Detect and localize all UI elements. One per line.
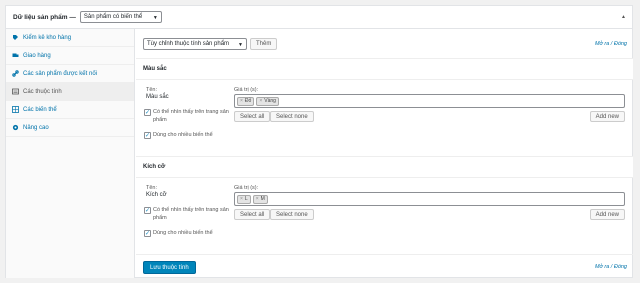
tab-label: Giao hàng <box>23 52 51 59</box>
save-attributes-button[interactable]: Lưu thuộc tính <box>143 261 196 274</box>
product-type-value: Sản phẩm có biến thể <box>83 14 143 20</box>
add-attribute-button[interactable]: Thêm <box>250 37 278 50</box>
tab-shipping[interactable]: Giao hàng <box>6 47 134 65</box>
attribute-taxonomy-select[interactable]: Tùy chỉnh thuộc tính sản phẩm ▼ <box>143 37 247 50</box>
value-tag[interactable]: × L <box>237 194 251 204</box>
grid-icon <box>12 106 19 113</box>
attributes-panel: Tùy chỉnh thuộc tính sản phẩm ▼ Thêm Mở … <box>136 29 633 278</box>
tab-label: Nâng cao <box>23 124 49 131</box>
add-new-value-button[interactable]: Add new <box>589 111 625 122</box>
select-all-button[interactable]: Select all <box>234 111 271 122</box>
attribute-heading[interactable]: Màu sắc <box>136 59 633 80</box>
tab-variations[interactable]: Các biến thể <box>6 101 134 119</box>
attribute-heading[interactable]: Kích cỡ <box>136 157 633 178</box>
remove-tag-icon[interactable]: × <box>240 98 243 104</box>
attributes-footer: Lưu thuộc tính Mở ra / Đóng <box>136 257 633 278</box>
tab-label: Các biến thể <box>23 106 57 113</box>
add-new-value-button[interactable]: Add new <box>589 209 625 220</box>
tab-inventory[interactable]: Kiểm kê kho hàng <box>6 29 134 47</box>
remove-tag-icon[interactable]: × <box>256 196 259 202</box>
product-data-panel: Dữ liệu sản phẩm — Sản phẩm có biến thể … <box>5 5 633 278</box>
checkmark-icon: ✓ <box>144 207 151 214</box>
attribute-values-input[interactable]: × L × M <box>234 192 625 206</box>
checkmark-icon: ✓ <box>144 109 151 116</box>
tab-attributes[interactable]: Các thuộc tính <box>6 83 134 101</box>
attribute-name-value: Kích cỡ <box>146 192 167 198</box>
attribute-name-label: Tên: <box>146 185 158 191</box>
select-all-button[interactable]: Select all <box>234 209 271 220</box>
product-data-tabs: Kiểm kê kho hàng Giao hàng Các sản phẩm … <box>6 29 135 278</box>
panel-title: Dữ liệu sản phẩm — <box>13 13 76 21</box>
value-tag[interactable]: × M <box>252 194 268 204</box>
visible-on-product-page-checkbox[interactable]: ✓ Có thể nhìn thấy trên trang sản phẩm <box>144 108 232 124</box>
used-for-variations-checkbox[interactable]: ✓ Dùng cho nhiều biến thể <box>144 131 213 139</box>
tab-label: Kiểm kê kho hàng <box>23 34 72 41</box>
attribute-values-label: Giá trị (s): <box>234 87 259 93</box>
attribute-name-value: Màu sắc <box>146 94 169 100</box>
tab-label: Các thuộc tính <box>23 88 62 95</box>
used-for-variations-checkbox[interactable]: ✓ Dùng cho nhiều biến thể <box>144 229 213 237</box>
panel-header: Dữ liệu sản phẩm — Sản phẩm có biến thể … <box>6 6 632 29</box>
chevron-down-icon: ▼ <box>238 41 243 48</box>
select-none-button[interactable]: Select none <box>270 111 314 122</box>
chevron-down-icon: ▼ <box>152 15 158 21</box>
value-tag[interactable]: × Vàng <box>256 96 279 106</box>
inventory-icon <box>12 34 19 41</box>
remove-tag-icon[interactable]: × <box>240 196 243 202</box>
tab-label: Các sản phẩm được kết nối <box>23 70 97 77</box>
attributes-icon <box>12 88 19 95</box>
attribute-taxonomy-value: Tùy chỉnh thuộc tính sản phẩm <box>147 40 230 47</box>
product-type-select[interactable]: Sản phẩm có biến thể ▼ <box>79 11 162 23</box>
attribute-name-label: Tên: <box>146 87 158 93</box>
checkmark-icon: ✓ <box>144 132 151 139</box>
collapse-up-icon[interactable]: ▲ <box>621 14 626 20</box>
truck-icon <box>12 52 19 59</box>
gear-icon <box>12 124 19 131</box>
attribute-toolbar: Tùy chỉnh thuộc tính sản phẩm ▼ Thêm Mở … <box>136 29 633 59</box>
checkmark-icon: ✓ <box>144 230 151 237</box>
attribute-values-label: Giá trị (s): <box>234 185 259 191</box>
expand-close-links[interactable]: Mở ra / Đóng <box>595 41 627 47</box>
visible-on-product-page-checkbox[interactable]: ✓ Có thể nhìn thấy trên trang sản phẩm <box>144 206 232 222</box>
attribute-block-size: Kích cỡ Tên: Kích cỡ Giá trị (s): × L × M … <box>136 157 633 255</box>
tab-advanced[interactable]: Nâng cao <box>6 119 134 137</box>
attribute-block-color: Màu sắc Tên: Màu sắc Giá trị (s): × Đỏ × V… <box>136 59 633 157</box>
value-tag[interactable]: × Đỏ <box>237 96 255 106</box>
link-icon <box>12 70 19 77</box>
attribute-values-input[interactable]: × Đỏ × Vàng <box>234 94 625 108</box>
select-none-button[interactable]: Select none <box>270 209 314 220</box>
remove-tag-icon[interactable]: × <box>259 98 262 104</box>
expand-close-links[interactable]: Mở ra / Đóng <box>595 264 627 270</box>
tab-linked-products[interactable]: Các sản phẩm được kết nối <box>6 65 134 83</box>
